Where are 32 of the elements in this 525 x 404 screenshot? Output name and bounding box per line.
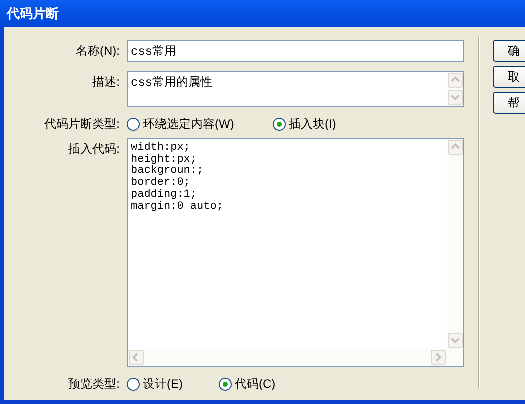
code-field[interactable]: width:px; height:px; backgroun:; border:0; padding:1; margin:0 auto;	[127, 138, 464, 367]
field-label: 预览类型:	[68, 376, 121, 393]
radio-option[interactable]: 设计(E)	[127, 375, 219, 393]
code-line: padding:1;	[131, 190, 198, 201]
field-label: 代码片断类型:	[44, 116, 121, 133]
window-title: 代码片断	[7, 4, 59, 23]
radio-option[interactable]: 插入块(I)	[273, 115, 393, 133]
scroll-down-icon[interactable]	[448, 333, 463, 348]
code-line: border:0;	[131, 178, 190, 190]
radio-button[interactable]	[127, 118, 140, 130]
radio-button[interactable]	[273, 118, 286, 130]
field-label: 插入代码:	[68, 141, 121, 158]
scroll-up-icon[interactable]	[448, 73, 463, 88]
scroll-left-icon[interactable]	[129, 350, 144, 365]
code-line: margin:0 auto;	[131, 202, 224, 214]
scroll-down-icon[interactable]	[448, 90, 463, 105]
radio-option[interactable]: 环绕选定内容(W)	[127, 115, 273, 133]
radio-button[interactable]	[127, 378, 140, 390]
description-field[interactable]: css常用的属性	[127, 71, 464, 107]
radio-option[interactable]: 代码(C)	[219, 375, 339, 393]
code-line: height:px;	[131, 154, 198, 166]
dialog-button[interactable]: 确	[493, 40, 525, 62]
scroll-up-icon[interactable]	[448, 140, 463, 155]
scroll-right-icon[interactable]	[431, 350, 446, 365]
dialog-button[interactable]: 取	[493, 66, 525, 88]
code-line: width:px;	[131, 143, 192, 154]
code-line: backgroun:;	[131, 166, 205, 178]
radio-button[interactable]	[219, 378, 232, 390]
field-label: 描述:	[92, 74, 121, 91]
text-field[interactable]: css常用	[127, 40, 464, 62]
field-label: 名称(N):	[75, 43, 121, 60]
dialog-button[interactable]: 帮	[493, 92, 525, 114]
